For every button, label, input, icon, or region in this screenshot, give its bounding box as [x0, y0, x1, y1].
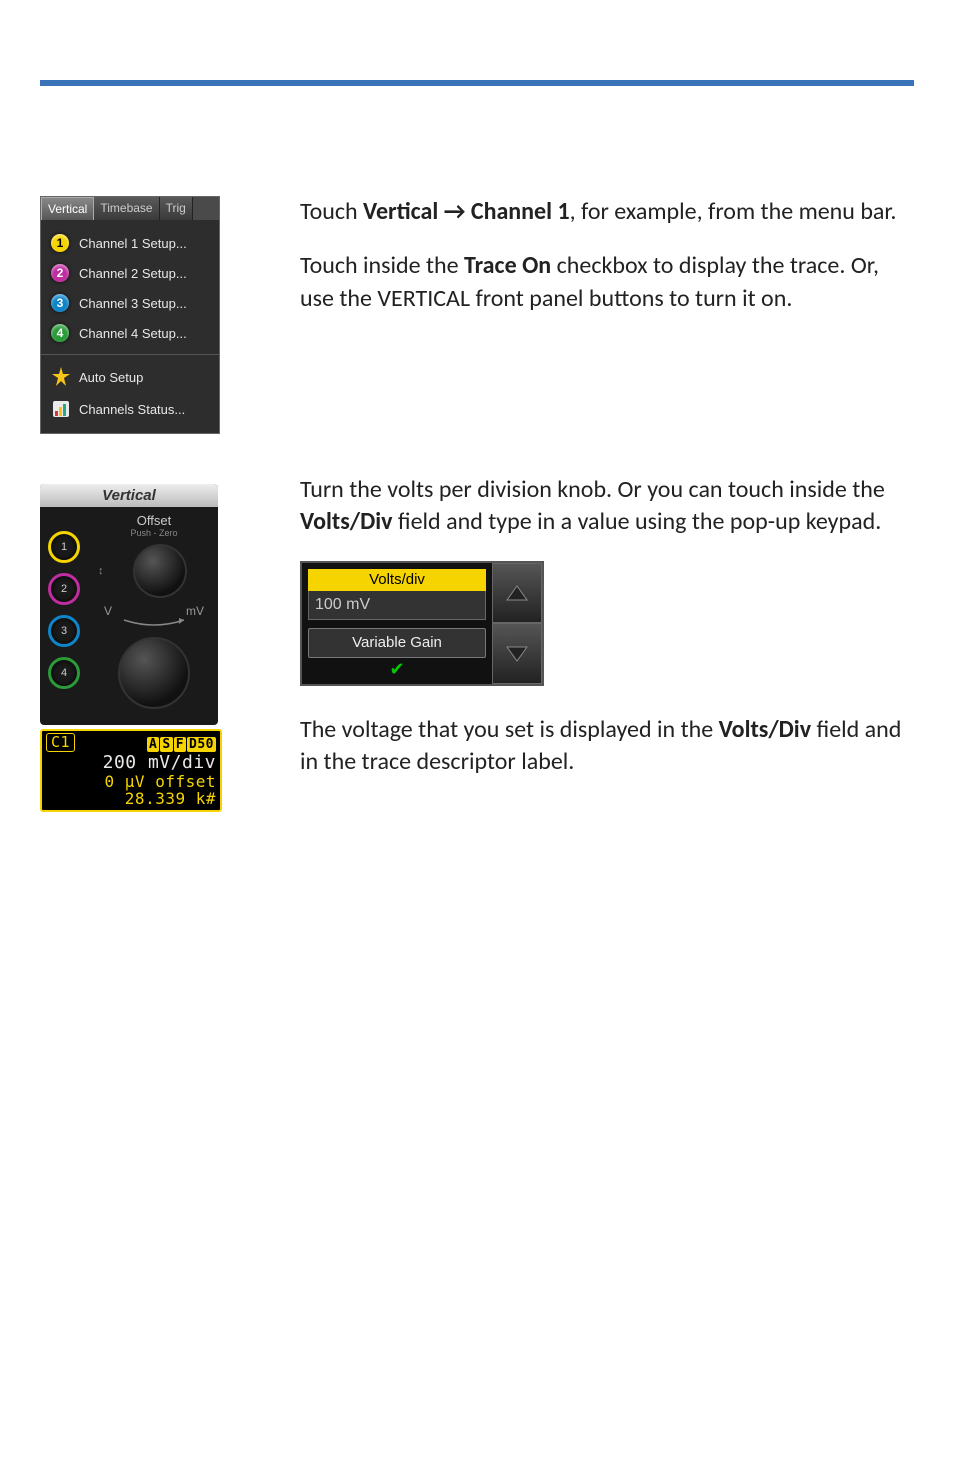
- menu-tabs: Vertical Timebase Trig: [41, 197, 219, 220]
- channel-4-ring-icon: 4: [48, 657, 80, 689]
- channel-3-ring-icon: 3: [48, 615, 80, 647]
- tab-vertical[interactable]: Vertical: [41, 197, 94, 220]
- channel-1-ring-icon: 1: [48, 531, 80, 563]
- tab-trig[interactable]: Trig: [160, 197, 193, 220]
- trace-channel-chip: C1: [46, 733, 75, 752]
- trace-badges: ASFD50: [146, 733, 216, 753]
- volts-per-div-field-figure: Volts/div 100 mV Variable Gain ✔: [300, 561, 544, 686]
- menu-item-label: Channel 3 Setup...: [79, 296, 187, 311]
- instruction-paragraph-4: The voltage that you set is displayed in…: [300, 714, 914, 779]
- offset-knob[interactable]: [133, 544, 187, 598]
- channels-status-icon: [51, 399, 71, 419]
- menu-item-label: Channel 4 Setup...: [79, 326, 187, 341]
- variable-gain-checkmark-icon: ✔: [308, 660, 486, 678]
- channel-3-badge: 3: [51, 294, 69, 312]
- channel-2-ring-icon: 2: [48, 573, 80, 605]
- volts-per-div-label: Volts/div: [308, 569, 486, 591]
- menu-item-label: Channel 1 Setup...: [79, 236, 187, 251]
- scale-mv-label: mV: [186, 604, 204, 618]
- menu-item-channel-2-setup[interactable]: 2 Channel 2 Setup...: [41, 258, 219, 288]
- channel-4-badge: 4: [51, 324, 69, 342]
- header-rule: [40, 80, 914, 86]
- volts-per-div-up-button[interactable]: [492, 563, 542, 624]
- menu-item-channels-status[interactable]: Channels Status...: [41, 393, 219, 425]
- menu-item-label: Channel 2 Setup...: [79, 266, 187, 281]
- vertical-panel-title: Vertical: [40, 484, 218, 507]
- channel-1-badge: 1: [51, 234, 69, 252]
- volts-per-div-value-field[interactable]: 100 mV: [308, 591, 486, 620]
- trace-volts-per-div: 200 mV/div: [46, 753, 216, 773]
- offset-updown-icon: ↕: [98, 565, 104, 577]
- menu-item-auto-setup[interactable]: Auto Setup: [41, 361, 219, 393]
- channel-ring-column: 1 2 3 4: [48, 513, 80, 715]
- channel-2-badge: 2: [51, 264, 69, 282]
- variable-gain-button[interactable]: Variable Gain: [308, 628, 486, 658]
- trace-offset: 0 µV offset: [46, 773, 216, 791]
- scale-arc-icon: [119, 618, 189, 628]
- menu-item-label: Auto Setup: [79, 370, 143, 385]
- vertical-menu-figure: Vertical Timebase Trig 1 Channel 1 Setup…: [40, 196, 220, 434]
- menu-item-channel-1-setup[interactable]: 1 Channel 1 Setup...: [41, 228, 219, 258]
- auto-setup-icon: [51, 367, 71, 387]
- trace-descriptor-label-figure: C1 ASFD50 200 mV/div 0 µV offset 28.339 …: [40, 729, 222, 812]
- tab-timebase[interactable]: Timebase: [94, 197, 159, 220]
- volts-per-div-knob[interactable]: [118, 637, 190, 709]
- vertical-knob-panel-figure: Vertical 1 2 3 4 Offset Push - Zero ↕: [40, 484, 218, 725]
- menu-item-channel-3-setup[interactable]: 3 Channel 3 Setup...: [41, 288, 219, 318]
- offset-sublabel: Push - Zero: [98, 528, 210, 538]
- menu-separator: [41, 354, 219, 355]
- trace-extra: 28.339 k#: [46, 790, 216, 808]
- instruction-paragraph-1: Touch Vertical → Channel 1, for example,…: [300, 196, 914, 228]
- menu-item-channel-4-setup[interactable]: 4 Channel 4 Setup...: [41, 318, 219, 348]
- instruction-paragraph-2: Touch inside the Trace On checkbox to di…: [300, 250, 914, 315]
- menu-item-label: Channels Status...: [79, 402, 185, 417]
- volts-per-div-down-button[interactable]: [492, 623, 542, 684]
- scale-v-label: V: [104, 604, 112, 618]
- offset-label: Offset: [98, 513, 210, 528]
- instruction-paragraph-3: Turn the volts per division knob. Or you…: [300, 474, 914, 539]
